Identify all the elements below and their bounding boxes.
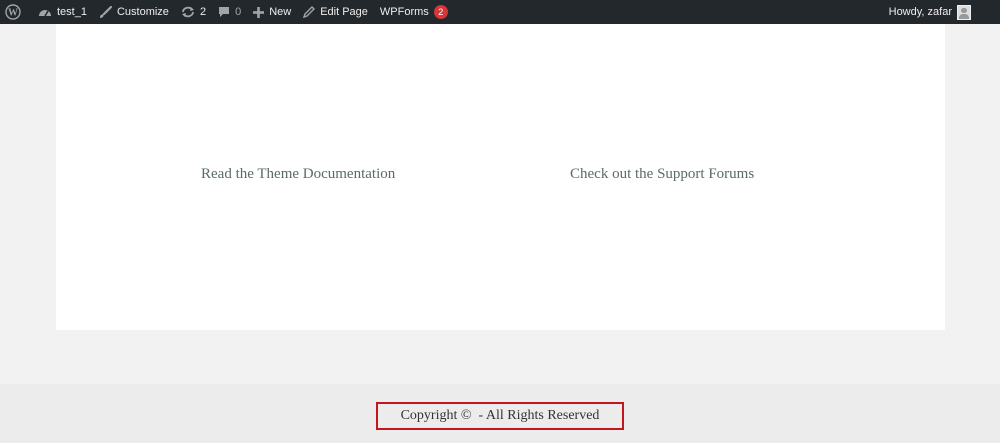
copyright-text: Copyright © - All Rights Reserved: [376, 402, 624, 430]
customize-button[interactable]: Customize: [93, 0, 175, 24]
avatar: [957, 4, 971, 20]
new-content-button[interactable]: New: [247, 0, 297, 24]
greeting-label: Howdy, zafar: [888, 6, 952, 18]
comment-bubble-icon: [218, 6, 230, 18]
updates-count: 2: [199, 6, 207, 18]
pencil-icon: [303, 6, 316, 18]
admin-bar: W test_1 Customize 2 0 New Edit Page WPF…: [0, 0, 1000, 24]
content-card: Read the Theme Documentation Check out t…: [56, 24, 945, 330]
dashboard-gauge-icon: [38, 6, 52, 18]
site-footer: Copyright © - All Rights Reserved: [0, 384, 1000, 443]
theme-documentation-link[interactable]: Read the Theme Documentation: [201, 166, 395, 183]
edit-page-label: Edit Page: [320, 6, 368, 18]
svg-text:W: W: [8, 8, 18, 19]
my-account-menu[interactable]: Howdy, zafar: [883, 0, 1000, 24]
support-forums-link[interactable]: Check out the Support Forums: [570, 166, 754, 183]
comments-button[interactable]: 0: [212, 0, 247, 24]
updates-button[interactable]: 2: [175, 0, 212, 24]
wordpress-logo-button[interactable]: W: [0, 0, 32, 24]
edit-page-button[interactable]: Edit Page: [297, 0, 374, 24]
site-name-label: test_1: [57, 6, 87, 18]
wordpress-icon: W: [5, 4, 21, 20]
wpforms-notification-badge: 2: [433, 5, 448, 19]
customize-label: Customize: [116, 6, 169, 18]
plus-icon: [253, 6, 265, 18]
paintbrush-icon: [99, 5, 112, 19]
site-name-menu[interactable]: test_1: [32, 0, 93, 24]
wpforms-menu[interactable]: WPForms 2: [374, 0, 454, 24]
comments-count: 0: [235, 6, 242, 18]
updates-refresh-icon: [181, 6, 195, 18]
new-label: New: [269, 6, 292, 18]
wpforms-label: WPForms: [379, 6, 429, 18]
